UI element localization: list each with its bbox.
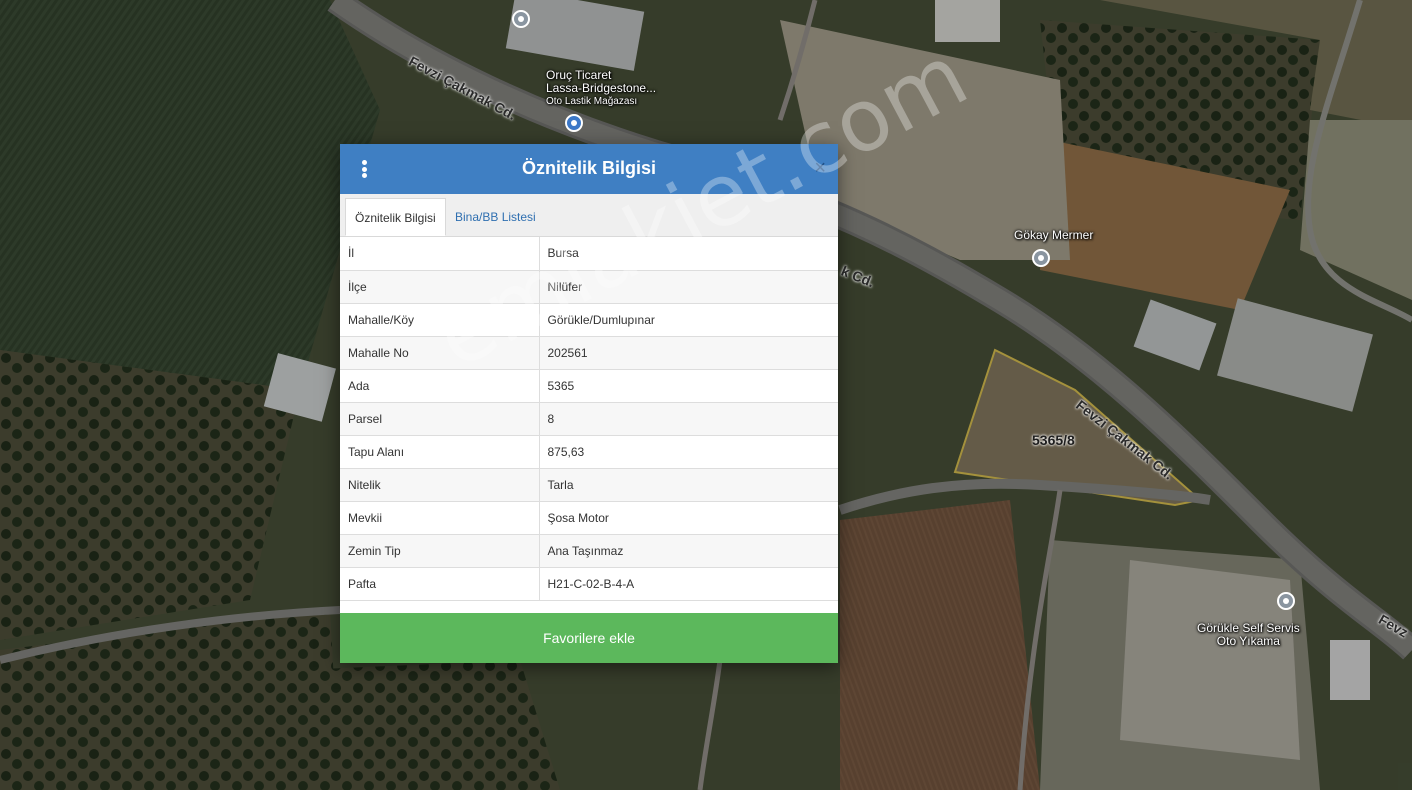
attribute-value: Ana Taşınmaz: [539, 534, 838, 568]
table-row: Zemin Tip Ana Taşınmaz: [340, 534, 838, 568]
table-row: İlçe Nilüfer: [340, 270, 838, 304]
poi-marker-icon[interactable]: [512, 10, 530, 28]
attribute-value: 875,63: [539, 435, 838, 469]
close-icon[interactable]: ×: [814, 157, 826, 179]
table-row: Parsel 8: [340, 402, 838, 436]
table-row: İl Bursa: [340, 237, 838, 271]
attribute-key: Nitelik: [340, 468, 540, 502]
attribute-key: Ada: [340, 369, 540, 403]
table-row: Mahalle No 202561: [340, 336, 838, 370]
attribute-value: Tarla: [539, 468, 838, 502]
dialog-tabs: Öznitelik Bilgisi Bina/BB Listesi: [340, 194, 838, 237]
attribute-value: Nilüfer: [539, 270, 838, 304]
poi-label-gokay-mermer[interactable]: Gökay Mermer: [1014, 229, 1093, 242]
poi-label-line: Lassa-Bridgestone...: [546, 81, 657, 95]
attribute-table: İl Bursa İlçe Nilüfer Mahalle/Köy Görükle/Dum…: [340, 237, 838, 601]
poi-label-oruc-ticaret[interactable]: Oruç Ticaret Lassa-Bridgestone... Oto La…: [546, 69, 656, 108]
attribute-key: Pafta: [340, 567, 540, 601]
attribute-value: 8: [539, 402, 838, 436]
dialog-title: Öznitelik Bilgisi: [521, 158, 657, 178]
poi-label-gorukle-self-servis[interactable]: Görükle Self Servis Oto Yıkama: [1197, 622, 1300, 648]
attribute-value: H21-C-02-B-4-A: [539, 567, 838, 601]
attribute-key: Zemin Tip: [340, 534, 540, 568]
parcel-label[interactable]: 5365/8: [1032, 432, 1075, 448]
attribute-value: 202561: [539, 336, 838, 370]
attribute-key: Mevkii: [340, 501, 540, 535]
attribute-value: 5365: [539, 369, 838, 403]
poi-marker-icon[interactable]: [1032, 249, 1050, 267]
table-row: Mevkii Şosa Motor: [340, 501, 838, 535]
attribute-value: Şosa Motor: [539, 501, 838, 535]
attribute-key: İl: [340, 237, 540, 271]
attribute-value: Görükle/Dumlupınar: [539, 303, 838, 337]
poi-label-line: Oto Yıkama: [1216, 634, 1280, 648]
dialog-header: Öznitelik Bilgisi ×: [340, 144, 838, 194]
table-row: Pafta H21-C-02-B-4-A: [340, 567, 838, 601]
table-row: Mahalle/Köy Görükle/Dumlupınar: [340, 303, 838, 337]
attribute-key: Mahalle/Köy: [340, 303, 540, 337]
table-row: Ada 5365: [340, 369, 838, 403]
poi-label-line: Oto Lastik Mağazası: [546, 96, 638, 107]
table-row: Nitelik Tarla: [340, 468, 838, 502]
tab-bina-bb-listesi[interactable]: Bina/BB Listesi: [446, 198, 545, 236]
attribute-key: Parsel: [340, 402, 540, 436]
attribute-value: Bursa: [539, 237, 838, 271]
tab-oznitelik-bilgisi[interactable]: Öznitelik Bilgisi: [345, 198, 446, 236]
attribute-key: Tapu Alanı: [340, 435, 540, 469]
table-row: Tapu Alanı 875,63: [340, 435, 838, 469]
attribute-info-dialog: Öznitelik Bilgisi × Öznitelik Bilgisi Bi…: [340, 144, 838, 663]
poi-marker-icon[interactable]: [1277, 592, 1295, 610]
shopping-bag-icon[interactable]: [565, 114, 583, 132]
attribute-key: Mahalle No: [340, 336, 540, 370]
attribute-key: İlçe: [340, 270, 540, 304]
add-favorite-button[interactable]: Favorilere ekle: [340, 613, 838, 663]
